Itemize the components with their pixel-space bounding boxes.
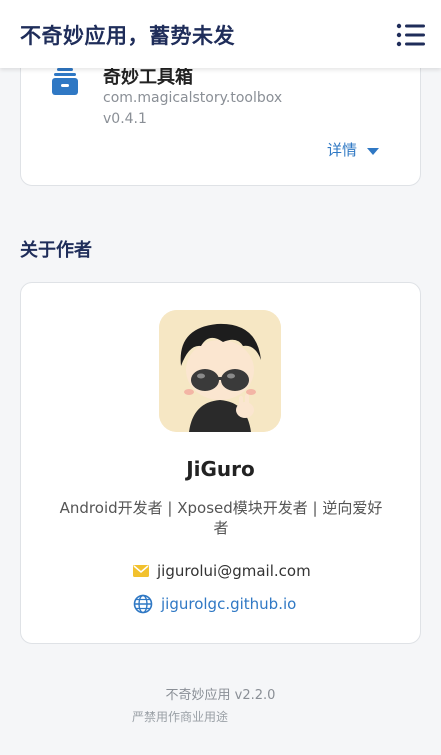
website-text: jigurolgc.github.io bbox=[161, 595, 297, 613]
globe-icon bbox=[133, 594, 153, 614]
footer-note: 严禁用作商业用途 bbox=[132, 710, 229, 724]
author-bio: Android开发者 | Xposed模块开发者 | 逆向爱好者 bbox=[59, 499, 383, 537]
section-title-about-author: 关于作者 bbox=[20, 240, 92, 261]
caret-down-icon bbox=[367, 147, 380, 155]
author-name: JiGuro bbox=[186, 457, 255, 481]
footer-version: 不奇妙应用 v2.2.0 bbox=[165, 688, 276, 703]
email-text: jigurolui@gmail.com bbox=[157, 562, 311, 580]
details-label: 详情 bbox=[327, 141, 358, 159]
list-menu-icon[interactable] bbox=[396, 22, 426, 48]
app-title: 不奇妙应用，蓄势未发 bbox=[20, 24, 235, 48]
avatar bbox=[159, 310, 281, 432]
mail-icon bbox=[133, 565, 149, 577]
toolbox-icon bbox=[48, 65, 82, 99]
app-version: v0.4.1 bbox=[103, 111, 147, 127]
website-link[interactable]: jigurolgc.github.io bbox=[133, 594, 296, 614]
author-card: JiGuro Android开发者 | Xposed模块开发者 | 逆向爱好者 … bbox=[20, 282, 421, 644]
top-app-bar: 不奇妙应用，蓄势未发 bbox=[0, 0, 441, 68]
details-button[interactable]: 详情 bbox=[327, 139, 380, 160]
email-contact[interactable]: jigurolui@gmail.com bbox=[133, 562, 311, 580]
app-package-name: com.magicalstory.toolbox bbox=[103, 90, 283, 106]
